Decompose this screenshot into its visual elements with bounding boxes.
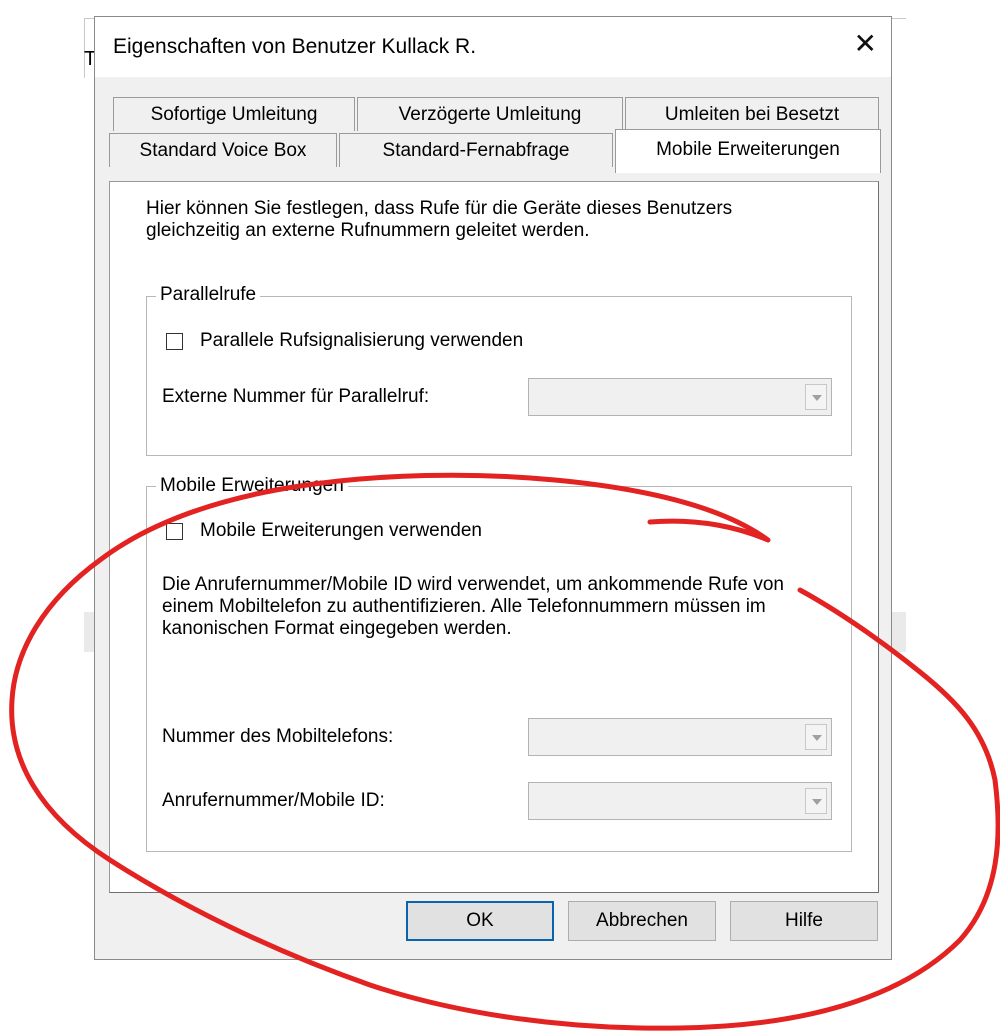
annotation-stroke	[9, 472, 1000, 1031]
red-annotation-circle	[9, 472, 1000, 1031]
